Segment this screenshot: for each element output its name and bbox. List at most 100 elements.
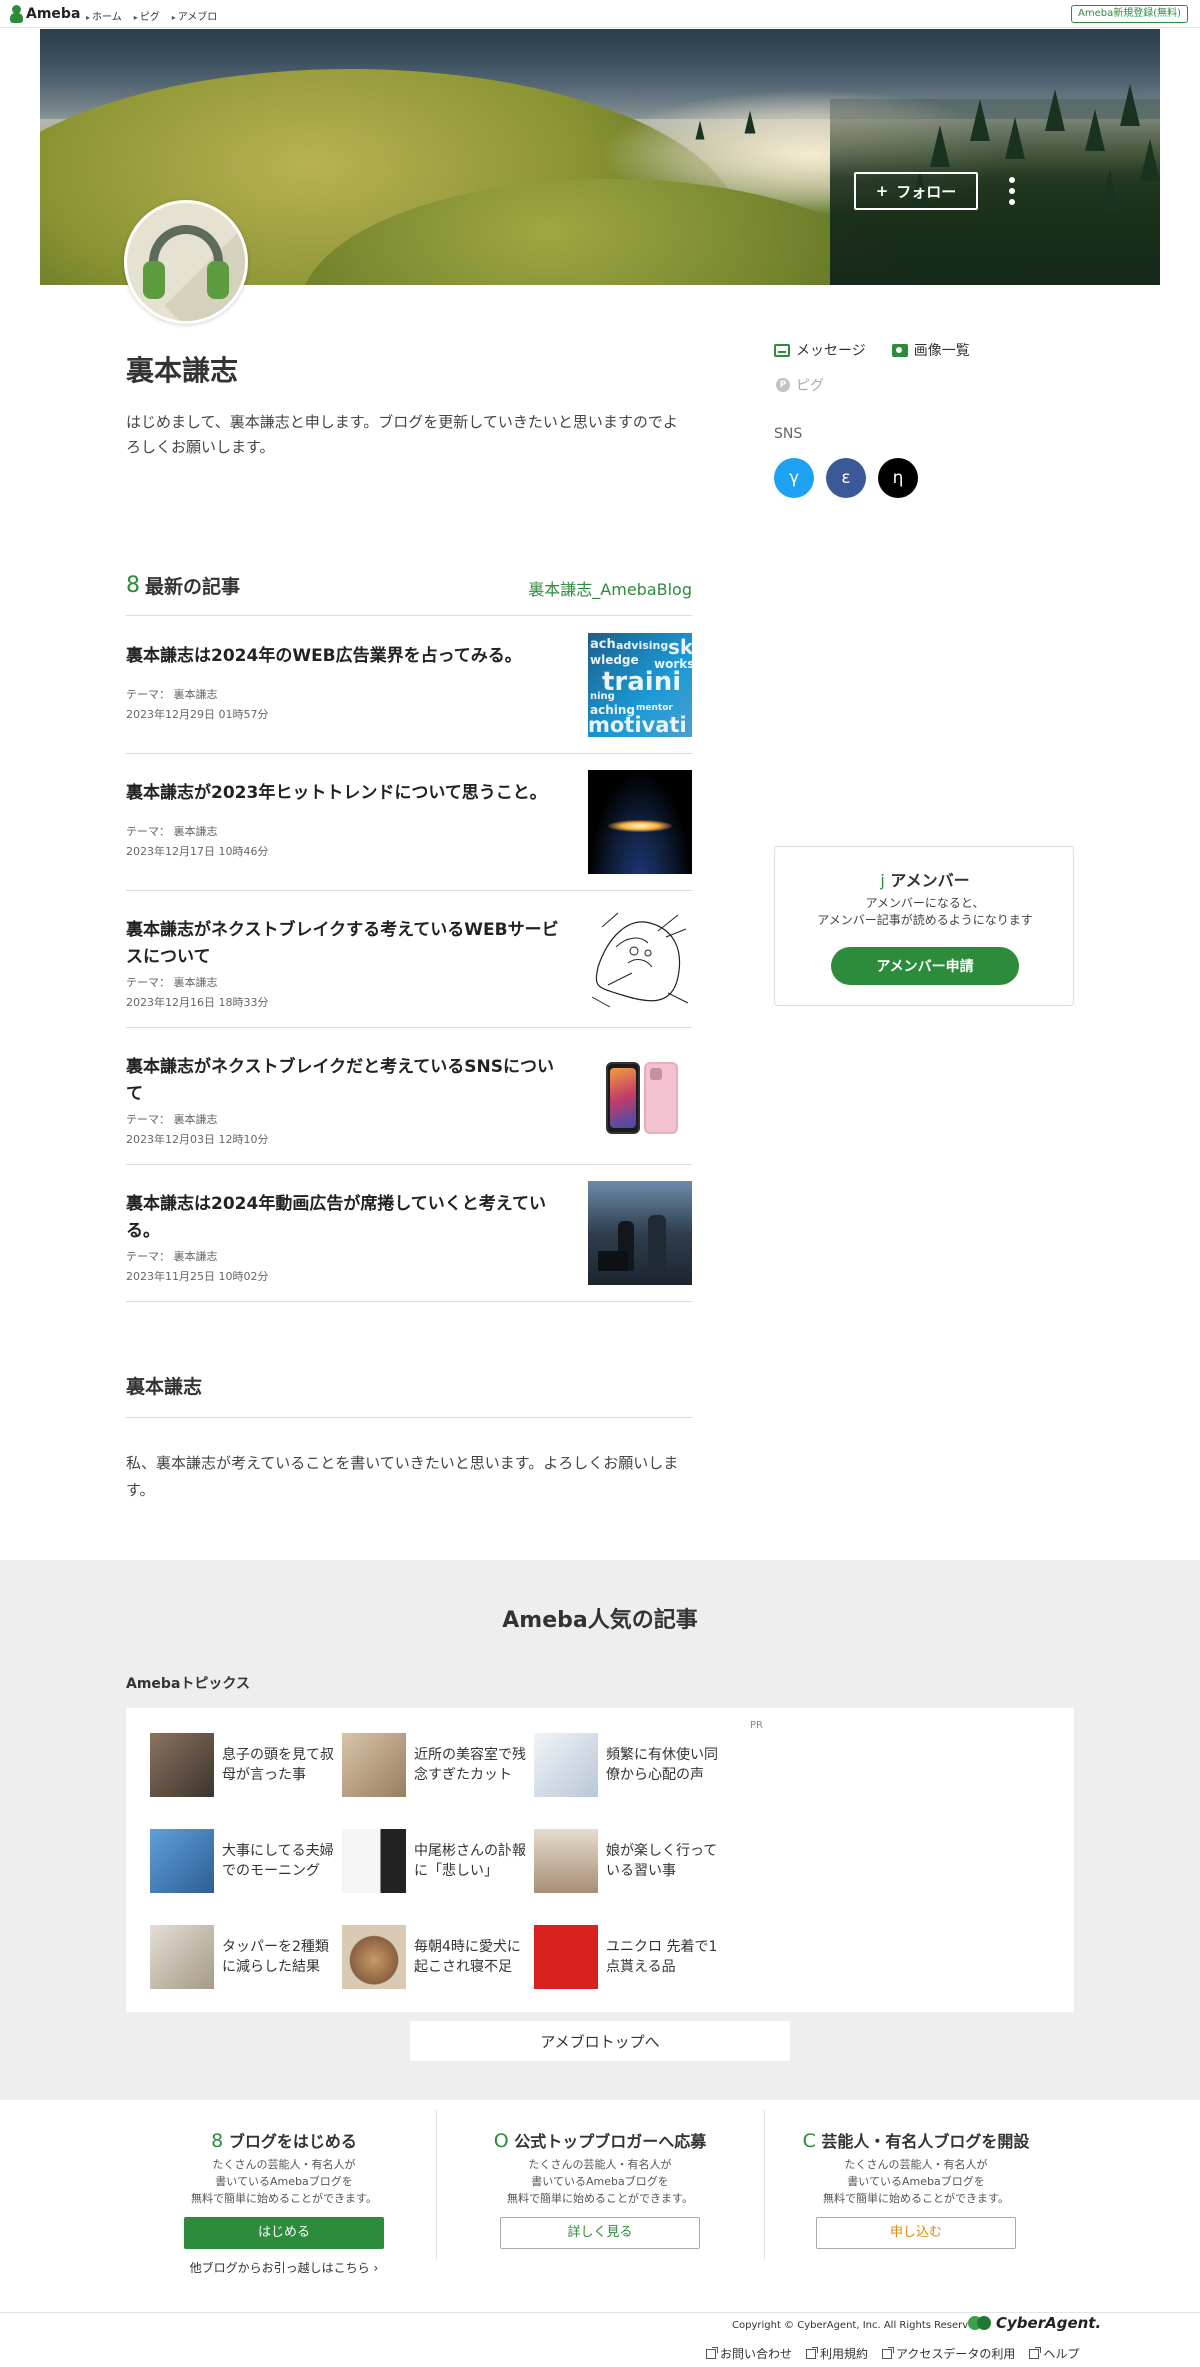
topic-thumbnail [150,1733,214,1797]
article-list: 裏本謙志は2024年のWEB広告業界を占ってみる。 テーマ： 裏本謙志 2023… [126,617,692,1302]
article-date: 2023年12月29日 01時57分 [126,708,269,721]
topic-thumbnail [342,1925,406,1989]
follow-button[interactable]: + フォロー [854,172,978,210]
phone-image [606,1062,640,1134]
article-title[interactable]: 裏本謙志は2024年のWEB広告業界を占ってみる。 [126,643,566,670]
article-title[interactable]: 裏本謙志が2023年ヒットトレンドについて思うこと。 [126,780,566,807]
topic-item[interactable]: 息子の頭を見て叔 母が言った事 [150,1732,340,1798]
celebrity-icon: C [802,2130,816,2152]
pigg-link[interactable]: P ピグ [776,375,824,395]
mail-icon [774,343,790,357]
camera-icon [891,343,908,357]
topic-item[interactable]: ユニクロ 先着で1 点貰える品 [534,1924,724,1990]
blog-icon: 8 [126,573,140,598]
ameblo-top-button[interactable]: アメブロトップへ [410,2021,790,2061]
article-item[interactable]: 裏本謙志がネクストブレイクだと考えているSNSについて テーマ： 裏本謙志 20… [126,1028,692,1165]
amember-title: j アメンバー [880,871,970,890]
article-item[interactable]: 裏本謙志は2024年のWEB広告業界を占ってみる。 テーマ： 裏本謙志 2023… [126,617,692,754]
footer-divider [0,2312,1200,2313]
topic-thumbnail [150,1829,214,1893]
message-link[interactable]: メッセージ [774,340,866,360]
ameba-logo[interactable]: Ameba [10,4,80,24]
topic-thumbnail [534,1829,598,1893]
topic-thumbnail [342,1733,406,1797]
cta-row: 8 ブログをはじめる たくさんの芸能人・有名人が 書いているAmebaブログを 無料… [126,2102,1074,2275]
article-item[interactable]: 裏本謙志は2024年動画広告が席捲していくと考えている。 テーマ： 裏本謙志 2… [126,1165,692,1302]
breadcrumb-home[interactable]: ホーム [86,8,122,23]
footer-link-terms[interactable]: 利用規約 [806,2345,868,2362]
more-menu-button[interactable] [1000,172,1024,210]
sns-links: γ ε η [774,458,918,498]
article-thumbnail[interactable] [588,907,692,1011]
sns-label: SNS [774,426,803,442]
topic-item[interactable]: 頻繁に有休使い同 僚から心配の声 [534,1732,724,1798]
topic-item[interactable]: 大事にしてる夫婦 でのモーニング [150,1828,340,1894]
topics-label: Amebaトピックス [126,1676,250,1692]
blog-top-link[interactable]: 裏本謙志_AmebaBlog [528,576,692,600]
article-title[interactable]: 裏本謙志がネクストブレイクだと考えているSNSについて [126,1054,566,1108]
topic-item[interactable]: 毎朝4時に愛犬に 起こされ寝不足 [342,1924,532,1990]
copyright: Copyright © CyberAgent, Inc. All Rights … [732,2320,984,2331]
article-thumbnail[interactable] [588,1044,692,1148]
topic-item[interactable]: 中尾彬さんの訃報 に「悲しい」 [342,1828,532,1894]
article-title[interactable]: 裏本謙志がネクストブレイクする考えているWEBサービスについて [126,917,566,971]
amember-icon: j [880,871,885,890]
pr-label: PR [750,1720,763,1731]
follow-label: フォロー [896,182,957,201]
top-blogger-details-button[interactable]: 詳しく見る [500,2217,700,2249]
footer-link-access-data[interactable]: アクセスデータの利用 [882,2345,1015,2362]
external-link-icon [882,2346,895,2359]
profile-links: メッセージ 画像一覧 [774,340,970,360]
topic-item[interactable]: タッパーを2種類 に減らした結果 [150,1924,340,1990]
article-item[interactable]: 裏本謙志がネクストブレイクする考えているWEBサービスについて テーマ： 裏本謙… [126,891,692,1028]
article-title[interactable]: 裏本謙志は2024年動画広告が席捲していくと考えている。 [126,1191,566,1245]
amember-apply-button[interactable]: アメンバー申請 [831,947,1019,985]
logo-text: Ameba [26,6,81,22]
register-button[interactable]: Ameba新規登録(無料) [1070,5,1188,23]
breadcrumb-pigg[interactable]: ピグ [134,8,160,23]
amember-description: アメンバーになると、 アメンバー記事が読めるようになります [817,896,1033,927]
cyberagent-logo-icon [968,2314,992,2332]
popular-articles-section: Ameba人気の記事 Amebaトピックス PR 息子の頭を見て叔 母が言った事 … [0,1560,1200,2100]
sns-link-3[interactable]: η [878,458,918,498]
article-thumbnail[interactable]: ach advising sk wledge works traini ning… [588,633,692,737]
article-thumbnail[interactable] [588,1181,692,1285]
latest-articles-header: 8 最新の記事 裏本謙志_AmebaBlog [126,572,692,616]
global-header: Ameba ホーム ピグ アメブロ Ameba新規登録(無料) [0,0,1200,28]
article-theme: テーマ： 裏本謙志 [126,1250,218,1263]
phone-image [644,1062,678,1134]
sns-link-1[interactable]: γ [774,458,814,498]
external-link-icon [806,2346,819,2359]
footer-links: お問い合わせ 利用規約 アクセスデータの利用 ヘルプ [706,2345,1079,2362]
start-blog-button[interactable]: はじめる [184,2217,384,2249]
topic-thumbnail [150,1925,214,1989]
topic-item[interactable]: 娘が楽しく行って いる習い事 [534,1828,724,1894]
breadcrumb: ホーム ピグ アメブロ [86,8,217,23]
ameba-logo-icon [10,5,23,23]
cta-celebrity-blog: C 芸能人・有名人ブログを開設 たくさんの芸能人・有名人が 書いているAmebaブ… [758,2102,1074,2272]
breadcrumb-ameblo[interactable]: アメブロ [172,8,218,23]
popular-title: Ameba人気の記事 [502,1608,698,1633]
article-item[interactable]: 裏本謙志が2023年ヒットトレンドについて思うこと。 テーマ： 裏本謙志 202… [126,754,692,891]
migrate-blog-link[interactable]: 他ブログからお引っ越しはこちら › [126,2259,442,2276]
cyberagent-logo[interactable]: CyberAgent. [968,2314,1101,2332]
sketch-illustration [591,912,689,1008]
article-theme: テーマ： 裏本謙志 [126,688,218,701]
latest-articles-title: 8 最新の記事 [126,573,241,598]
amember-card: j アメンバー アメンバーになると、 アメンバー記事が読めるようになります アメ… [774,846,1074,1006]
topic-item[interactable]: 近所の美容室で残 念すぎたカット [342,1732,532,1798]
cta-start-blog: 8 ブログをはじめる たくさんの芸能人・有名人が 書いているAmebaブログを 無料… [126,2102,442,2275]
blog-icon: 8 [211,2130,224,2152]
plus-icon: + [875,182,889,200]
blog-owner-name: 裏本謙志 [126,354,239,387]
cta-top-blogger: O 公式トップブロガーへ応募 たくさんの芸能人・有名人が 書いているAmebaブロ… [442,2102,758,2272]
topics-grid: PR 息子の頭を見て叔 母が言った事 近所の美容室で残 念すぎたカット 頻繁に有休使… [126,1708,1074,2012]
celebrity-apply-button[interactable]: 申し込む [816,2217,1016,2249]
sns-link-2[interactable]: ε [826,458,866,498]
footer-link-contact[interactable]: お問い合わせ [706,2345,792,2362]
pigg-icon: P [776,378,790,392]
article-thumbnail[interactable] [588,770,692,874]
image-list-link[interactable]: 画像一覧 [891,340,970,360]
footer-link-help[interactable]: ヘルプ [1029,2345,1079,2362]
avatar[interactable] [124,200,248,324]
